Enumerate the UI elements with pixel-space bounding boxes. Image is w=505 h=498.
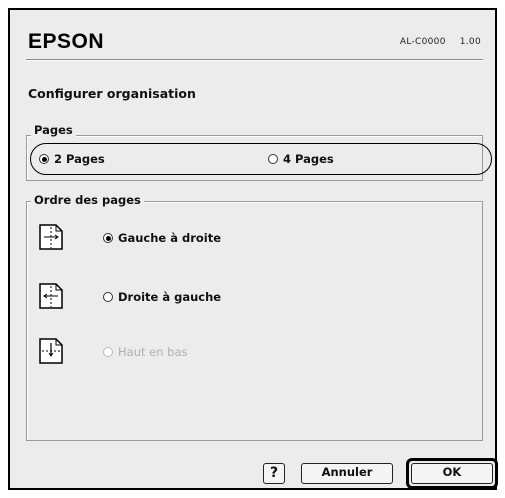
radio-left-to-right[interactable]: Gauche à droite bbox=[103, 231, 221, 245]
radio-disabled-icon bbox=[103, 347, 113, 357]
radio-selected-icon bbox=[39, 154, 49, 164]
radio-selected-icon bbox=[103, 233, 113, 243]
order-group: Ordre des pages bbox=[26, 193, 483, 441]
order-group-label: Ordre des pages bbox=[31, 193, 144, 207]
header-divider bbox=[26, 59, 483, 61]
top-to-bottom-page-icon bbox=[39, 338, 63, 364]
model-version: 1.00 bbox=[459, 37, 481, 47]
ok-button[interactable]: OK bbox=[411, 463, 493, 484]
radio-unselected-icon bbox=[268, 154, 278, 164]
radio-right-to-left-label: Droite à gauche bbox=[118, 290, 222, 304]
model-info: AL-C0000 1.00 bbox=[400, 37, 481, 47]
left-to-right-page-icon bbox=[39, 224, 63, 250]
pages-group-label: Pages bbox=[31, 123, 76, 137]
radio-top-to-bottom[interactable]: Haut en bas bbox=[103, 345, 188, 359]
cancel-button[interactable]: Annuler bbox=[301, 463, 393, 484]
right-to-left-page-icon bbox=[39, 283, 63, 309]
radio-2-pages[interactable]: 2 Pages bbox=[39, 152, 105, 166]
radio-left-to-right-label: Gauche à droite bbox=[118, 231, 222, 245]
radio-right-to-left[interactable]: Droite à gauche bbox=[103, 290, 221, 304]
radio-4-pages-label: 4 Pages bbox=[283, 152, 334, 166]
radio-unselected-icon bbox=[103, 292, 113, 302]
dialog-window: EPSON AL-C0000 1.00 Configurer organisati… bbox=[8, 8, 498, 490]
radio-4-pages[interactable]: 4 Pages bbox=[268, 152, 334, 166]
radio-top-to-bottom-label: Haut en bas bbox=[118, 345, 188, 359]
help-button[interactable]: ? bbox=[263, 463, 285, 484]
dialog-heading: Configurer organisation bbox=[28, 86, 196, 101]
radio-2-pages-label: 2 Pages bbox=[54, 152, 105, 166]
model-name: AL-C0000 bbox=[399, 37, 446, 47]
epson-logo: EPSON bbox=[28, 30, 105, 53]
